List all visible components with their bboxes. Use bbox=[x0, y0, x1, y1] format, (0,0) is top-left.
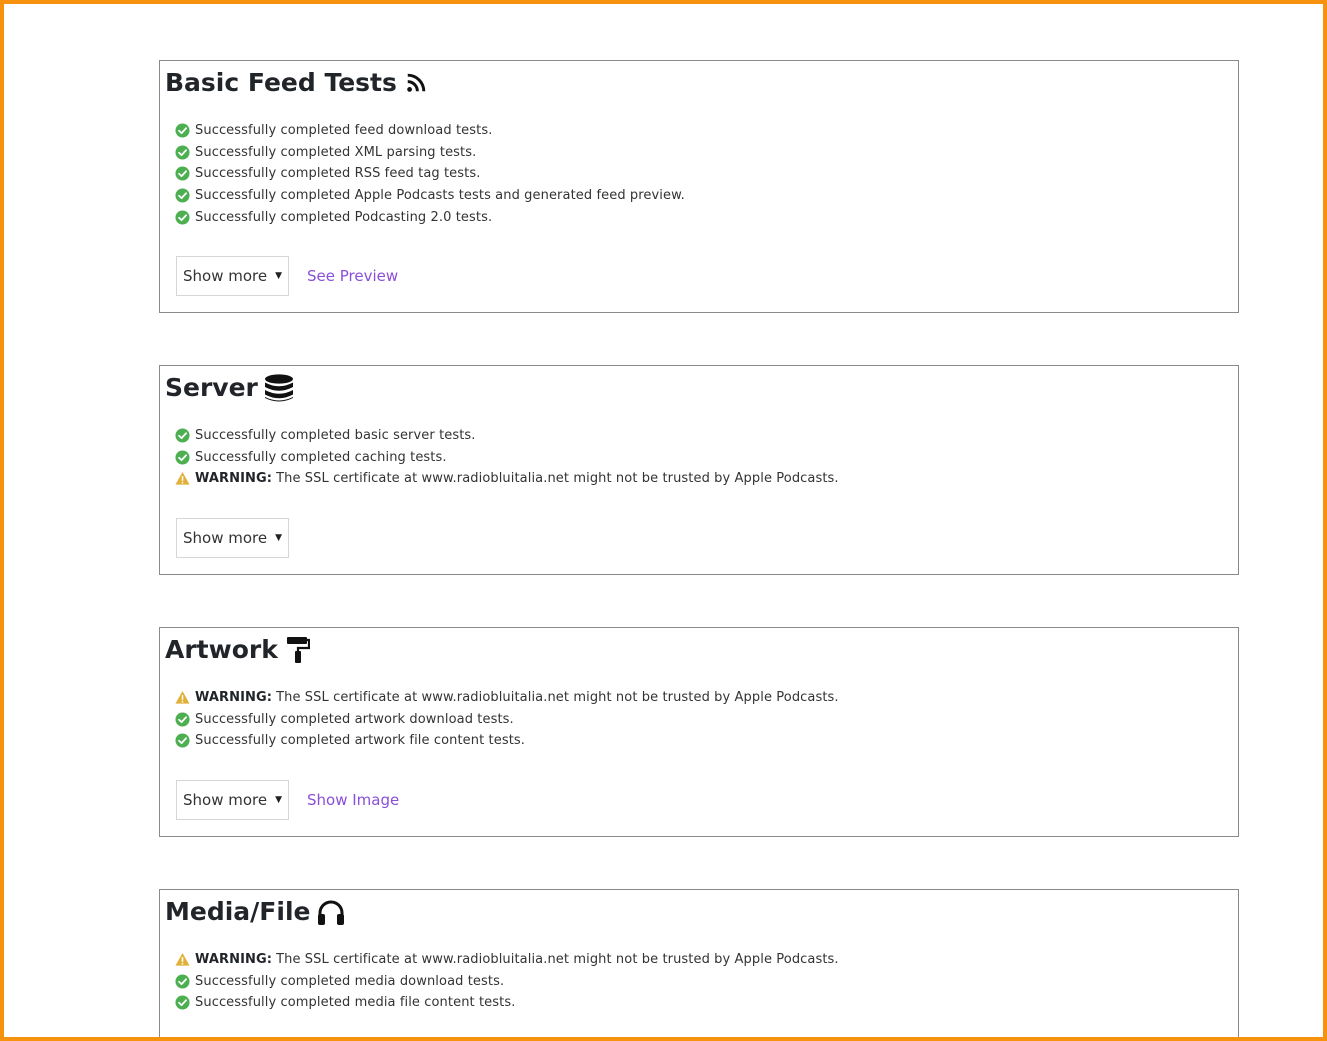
results-list: WARNING: The SSL certificate at www.radi… bbox=[175, 687, 839, 752]
check-circle-icon bbox=[175, 145, 190, 160]
caret-down-icon: ▼ bbox=[275, 795, 283, 805]
warning-label: WARNING: bbox=[195, 471, 273, 487]
card-title-text: Media/File bbox=[165, 897, 311, 926]
show-image-link[interactable]: Show Image bbox=[307, 791, 399, 809]
result-item: Successfully completed RSS feed tag test… bbox=[175, 163, 685, 185]
result-text: Successfully completed Apple Podcasts te… bbox=[195, 188, 685, 204]
warning-label: WARNING: bbox=[195, 690, 273, 706]
result-item: Successfully completed Podcasting 2.0 te… bbox=[175, 206, 685, 228]
paint-roller-icon bbox=[286, 636, 310, 664]
card-title: Artwork bbox=[165, 632, 310, 668]
rss-icon bbox=[405, 72, 427, 94]
card-actions: Show more ▼ bbox=[176, 518, 289, 558]
card-title: Basic Feed Tests bbox=[165, 65, 427, 101]
caret-down-icon: ▼ bbox=[275, 271, 283, 281]
warning-icon bbox=[175, 690, 190, 705]
check-circle-icon bbox=[175, 733, 190, 749]
result-item: Successfully completed feed download tes… bbox=[175, 120, 685, 142]
result-item: Successfully completed basic server test… bbox=[175, 425, 839, 447]
check-circle-icon bbox=[175, 210, 190, 225]
results-list: Successfully completed basic server test… bbox=[175, 425, 839, 490]
result-item: Successfully completed caching tests. bbox=[175, 447, 839, 469]
card-actions: Show more ▼ Show Image bbox=[176, 780, 399, 820]
result-item: Successfully completed artwork download … bbox=[175, 709, 839, 731]
result-text: Successfully completed caching tests. bbox=[195, 449, 447, 465]
result-item: WARNING: The SSL certificate at www.radi… bbox=[175, 687, 839, 709]
artwork-card: Artwork WARNING: The SSL certificate at … bbox=[159, 627, 1239, 837]
result-text: Successfully completed artwork file cont… bbox=[195, 733, 526, 749]
warning-label: WARNING: bbox=[195, 952, 273, 968]
warning-icon bbox=[175, 952, 190, 967]
show-more-label: Show more bbox=[183, 791, 268, 809]
result-item: Successfully completed media file conten… bbox=[175, 992, 839, 1014]
result-text: Successfully completed RSS feed tag test… bbox=[195, 166, 481, 182]
result-text: Successfully completed XML parsing tests… bbox=[195, 144, 477, 160]
card-title-text: Basic Feed Tests bbox=[165, 68, 397, 97]
check-circle-icon bbox=[175, 123, 190, 138]
headphones-icon bbox=[316, 898, 346, 926]
result-text: Successfully completed media download te… bbox=[195, 973, 505, 989]
card-title-text: Server bbox=[165, 373, 258, 402]
result-text: The SSL certificate at www.radiobluitali… bbox=[276, 471, 839, 487]
warning-icon bbox=[175, 471, 190, 486]
check-circle-icon bbox=[175, 974, 190, 989]
result-text: The SSL certificate at www.radiobluitali… bbox=[276, 690, 839, 706]
result-item: WARNING: The SSL certificate at www.radi… bbox=[175, 468, 839, 490]
see-preview-link[interactable]: See Preview bbox=[307, 267, 398, 285]
card-title: Media/File bbox=[165, 894, 346, 930]
check-circle-icon bbox=[175, 166, 190, 182]
result-text: Successfully completed Podcasting 2.0 te… bbox=[195, 209, 493, 225]
check-circle-icon bbox=[175, 428, 190, 443]
result-item: Successfully completed artwork file cont… bbox=[175, 730, 839, 752]
check-circle-icon bbox=[175, 450, 190, 465]
page-frame-bottom bbox=[0, 1037, 1327, 1041]
basic-feed-tests-card: Basic Feed Tests Successfully completed … bbox=[159, 60, 1239, 313]
check-circle-icon bbox=[175, 188, 190, 203]
check-circle-icon bbox=[175, 995, 190, 1011]
check-circle-icon bbox=[175, 712, 190, 727]
show-more-label: Show more bbox=[183, 267, 268, 285]
results-list: WARNING: The SSL certificate at www.radi… bbox=[175, 949, 839, 1014]
result-item: Successfully completed media download te… bbox=[175, 971, 839, 993]
result-text: Successfully completed media file conten… bbox=[195, 995, 516, 1011]
result-item: Successfully completed XML parsing tests… bbox=[175, 142, 685, 164]
show-more-label: Show more bbox=[183, 529, 268, 547]
card-title-text: Artwork bbox=[165, 635, 278, 664]
result-text: Successfully completed basic server test… bbox=[195, 428, 476, 444]
results-list: Successfully completed feed download tes… bbox=[175, 120, 685, 228]
result-text: Successfully completed feed download tes… bbox=[195, 123, 493, 139]
database-icon bbox=[264, 373, 294, 403]
caret-down-icon: ▼ bbox=[275, 533, 283, 543]
show-more-button[interactable]: Show more ▼ bbox=[176, 780, 289, 820]
result-text: The SSL certificate at www.radiobluitali… bbox=[276, 952, 839, 968]
show-more-button[interactable]: Show more ▼ bbox=[176, 256, 289, 296]
card-actions: Show more ▼ See Preview bbox=[176, 256, 398, 296]
result-text: Successfully completed artwork download … bbox=[195, 711, 514, 727]
card-title: Server bbox=[165, 370, 294, 406]
show-more-button[interactable]: Show more ▼ bbox=[176, 518, 289, 558]
server-card: Server Successfully completed basic serv… bbox=[159, 365, 1239, 575]
result-item: Successfully completed Apple Podcasts te… bbox=[175, 185, 685, 207]
result-item: WARNING: The SSL certificate at www.radi… bbox=[175, 949, 839, 971]
media-file-card: Media/File WARNING: The SSL certificate … bbox=[159, 889, 1239, 1041]
